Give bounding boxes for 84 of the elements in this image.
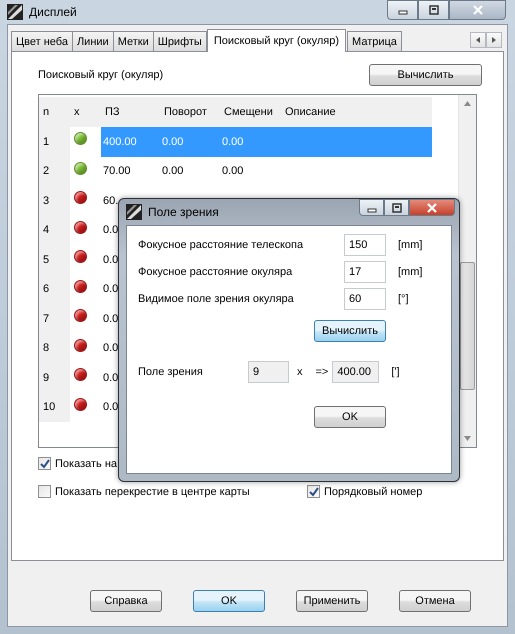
table-cell: 2	[43, 165, 50, 178]
table-cell: 0.0	[103, 224, 118, 236]
table-cell: 70.00	[103, 165, 131, 178]
table-cell: 0.0	[103, 254, 118, 266]
column-header[interactable]: ПЗ	[101, 97, 160, 127]
table-cell: 0.00	[222, 136, 244, 148]
table-cell: 9	[43, 372, 50, 384]
table-cell: 60.	[103, 194, 118, 207]
minimize-button[interactable]	[359, 199, 384, 216]
dialog-button[interactable]: Отмена	[399, 590, 471, 612]
table-cell: 0.00	[162, 165, 184, 178]
checkbox[interactable]	[38, 457, 51, 470]
field-label: Фокусное расстояние окуляра	[138, 266, 294, 278]
minimize-button[interactable]	[387, 0, 418, 20]
table-cell: 6	[43, 283, 50, 296]
app-icon	[7, 4, 23, 20]
table-cell: 3	[43, 194, 50, 207]
compute-button[interactable]: Вычислить	[314, 320, 386, 342]
column-header[interactable]: x	[70, 97, 101, 127]
table-cell: 0.00	[222, 165, 244, 178]
times-label: x	[297, 366, 302, 378]
close-icon	[427, 202, 437, 212]
close-icon	[472, 5, 482, 15]
input-field[interactable]: 150	[344, 234, 386, 256]
app-icon	[126, 204, 142, 220]
unit-label: [mm]	[398, 239, 422, 251]
maximize-button[interactable]	[418, 0, 449, 20]
unit-label: [°]	[398, 293, 409, 305]
table-cell: 0.0	[103, 312, 118, 325]
table-cell: 4	[43, 224, 50, 236]
window-title: Дисплей	[29, 5, 77, 19]
unit-label: [mm]	[398, 266, 422, 278]
column-header[interactable]: n	[39, 97, 70, 127]
scroll-right-button[interactable]	[486, 32, 502, 48]
maximize-icon	[428, 5, 438, 15]
scrollbar-thumb[interactable]	[460, 262, 475, 390]
close-button[interactable]	[409, 199, 455, 216]
result-field[interactable]: 400.00	[332, 361, 380, 383]
field-label: Видимое поле зрения окуляра	[138, 293, 295, 305]
result-label: Поле зрения	[138, 366, 204, 378]
dialog-title: Поле зрения	[148, 205, 219, 219]
table-cell: 0.0	[103, 283, 118, 296]
tab[interactable]: Матрица	[347, 31, 402, 51]
table-cell: 0.0	[103, 372, 118, 384]
tab[interactable]: Линии	[72, 31, 114, 51]
table-cell: 400.00	[103, 136, 137, 148]
table-cell: 1	[43, 136, 50, 148]
magnification-field[interactable]: 9	[248, 361, 289, 383]
column-header[interactable]: Смещени	[220, 97, 281, 127]
close-button[interactable]	[449, 0, 506, 20]
table-cell: 0.0	[103, 401, 118, 414]
unit-label: [']	[391, 366, 400, 378]
checkbox[interactable]	[307, 485, 320, 498]
checkbox-label[interactable]: Показать на	[55, 458, 118, 470]
dialog-button[interactable]: Справка	[90, 590, 162, 612]
column-header[interactable]: Описание	[281, 97, 432, 127]
input-field[interactable]: 17	[344, 261, 386, 283]
right-arrow-icon	[491, 37, 497, 43]
table-cell: 0.00	[162, 136, 184, 148]
maximize-button[interactable]	[384, 199, 409, 216]
checkbox-label[interactable]: Порядковый номер	[324, 486, 422, 498]
table-cell: 0.0	[103, 342, 118, 354]
left-arrow-icon	[475, 37, 481, 43]
table-cell: 8	[43, 342, 50, 354]
table-cell: 10	[43, 401, 56, 414]
dialog-button[interactable]: Применить	[296, 590, 368, 612]
scroll-left-button[interactable]	[470, 32, 486, 48]
arrow-label: =>	[316, 366, 328, 378]
checkbox[interactable]	[38, 485, 51, 498]
section-label: Поисковый круг (окуляр)	[38, 69, 164, 81]
column-header[interactable]: Поворот	[160, 97, 220, 127]
input-field[interactable]: 60	[344, 288, 386, 310]
tab[interactable]: Цвет неба	[11, 31, 73, 51]
ok-button[interactable]: OK	[314, 406, 386, 428]
compute-button[interactable]: Вычислить	[369, 64, 482, 86]
tab[interactable]: Поисковый круг (окуляр)	[206, 29, 346, 52]
checkbox-label[interactable]: Показать перекрестие в центре карты	[55, 486, 250, 498]
dialog-button[interactable]: OK	[193, 590, 265, 612]
field-label: Фокусное расстояние телескопа	[138, 239, 304, 251]
tab[interactable]: Метки	[112, 31, 154, 51]
maximize-icon	[392, 202, 402, 212]
table-cell: 5	[43, 254, 50, 266]
tab[interactable]: Шрифты	[152, 31, 207, 51]
table-cell: 7	[43, 312, 50, 325]
